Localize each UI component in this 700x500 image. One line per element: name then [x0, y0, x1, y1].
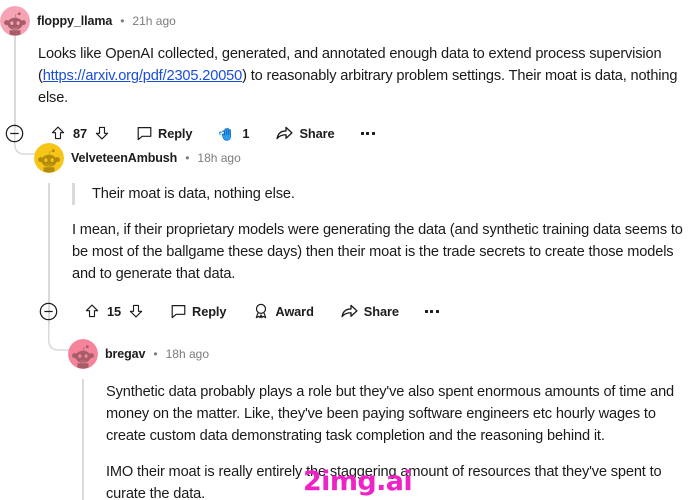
comment-header: floppy_llama • 21h ago: [0, 4, 700, 38]
minus-circle-icon: [5, 124, 24, 142]
minus-circle-icon: [39, 302, 58, 320]
snoo-avatar-icon: [68, 339, 98, 369]
share-arrow-icon: [276, 126, 294, 139]
kebab-dot: [424, 309, 428, 313]
reply-button[interactable]: Reply: [170, 303, 227, 320]
comment-action-bar: 15 Reply Award Share: [39, 296, 700, 326]
medal-award-icon: [256, 303, 267, 319]
snoo-avatar-icon: [0, 6, 30, 36]
comment-body: Looks like OpenAI collected, generated, …: [38, 43, 688, 109]
downvote-arrow-icon: [129, 304, 143, 318]
share-button[interactable]: Share: [275, 124, 335, 143]
comment-velveteenambush: VelveteenAmbush • 18h ago Their moat is …: [34, 141, 700, 326]
comment-paragraph: Looks like OpenAI collected, generated, …: [38, 43, 688, 109]
vote-group: 87: [50, 125, 110, 141]
downvote-arrow-icon: [95, 126, 109, 140]
upvote-button[interactable]: [50, 125, 66, 141]
comment-author-username[interactable]: VelveteenAmbush: [71, 151, 177, 165]
downvote-button[interactable]: [94, 125, 110, 141]
comment-body: Synthetic data probably plays a role but…: [106, 381, 692, 500]
reply-label: Reply: [192, 303, 227, 319]
overflow-menu-button[interactable]: [360, 131, 375, 135]
comment-paragraph: IMO their moat is really entirely the st…: [106, 464, 662, 500]
avatar[interactable]: [0, 6, 30, 36]
vote-score: 87: [73, 125, 88, 141]
speech-bubble-icon: [137, 126, 152, 140]
share-arrow-icon: [341, 304, 358, 317]
share-button[interactable]: Share: [340, 302, 399, 321]
arxiv-link[interactable]: https://arxiv.org/pdf/2305.20050: [43, 68, 243, 84]
award-count: 1: [242, 125, 250, 141]
comment-header: bregav • 18h ago: [68, 337, 700, 371]
vote-group: 15: [84, 303, 144, 319]
vote-score: 15: [107, 303, 122, 319]
separator-dot: •: [153, 347, 158, 361]
comment-paragraph: I mean, if their proprietary models were…: [72, 222, 683, 282]
comment-author-username[interactable]: floppy_llama: [37, 14, 112, 28]
comment-floppy-llama: floppy_llama • 21h ago Looks like OpenAI…: [0, 4, 700, 148]
comment-timestamp[interactable]: 21h ago: [132, 14, 175, 28]
reddit-comment-thread: floppy_llama • 21h ago Looks like OpenAI…: [0, 0, 700, 500]
downvote-button[interactable]: [128, 303, 144, 319]
comment-paragraph: Synthetic data probably plays a role but…: [106, 384, 674, 444]
comment-timestamp[interactable]: 18h ago: [166, 347, 209, 361]
avatar[interactable]: [68, 339, 98, 369]
upvote-button[interactable]: [84, 303, 100, 319]
comment-header: VelveteenAmbush • 18h ago: [34, 141, 700, 175]
high-five-hands-award-icon: [219, 127, 232, 141]
comment-body: Their moat is data, nothing else. I mean…: [72, 183, 692, 285]
comment-author-username[interactable]: bregav: [105, 347, 146, 361]
speech-bubble-icon: [171, 304, 186, 318]
collapse-thread-button[interactable]: [5, 124, 24, 143]
comment-bregav: bregav • 18h ago Synthetic data probably…: [68, 337, 700, 500]
upvote-arrow-icon: [51, 126, 65, 140]
comment-timestamp[interactable]: 18h ago: [197, 151, 240, 165]
reply-label: Reply: [158, 125, 193, 141]
collapse-thread-button[interactable]: [39, 302, 58, 321]
share-label: Share: [299, 125, 335, 141]
kebab-dot: [366, 131, 370, 135]
kebab-dot: [435, 309, 439, 313]
separator-dot: •: [120, 14, 125, 28]
quoted-text-block: Their moat is data, nothing else.: [72, 183, 692, 205]
separator-dot: •: [185, 151, 190, 165]
reply-button[interactable]: Reply: [136, 125, 193, 142]
kebab-dot: [371, 131, 375, 135]
kebab-dot: [430, 309, 434, 313]
avatar[interactable]: [34, 143, 64, 173]
overflow-menu-button[interactable]: [424, 309, 439, 313]
award-button[interactable]: 1: [218, 124, 250, 143]
kebab-dot: [360, 131, 364, 135]
quoted-text: Their moat is data, nothing else.: [92, 186, 295, 202]
award-button[interactable]: Award: [252, 302, 314, 320]
upvote-arrow-icon: [85, 304, 99, 318]
share-label: Share: [363, 303, 399, 319]
snoo-avatar-icon: [34, 143, 64, 173]
award-label: Award: [275, 303, 314, 319]
